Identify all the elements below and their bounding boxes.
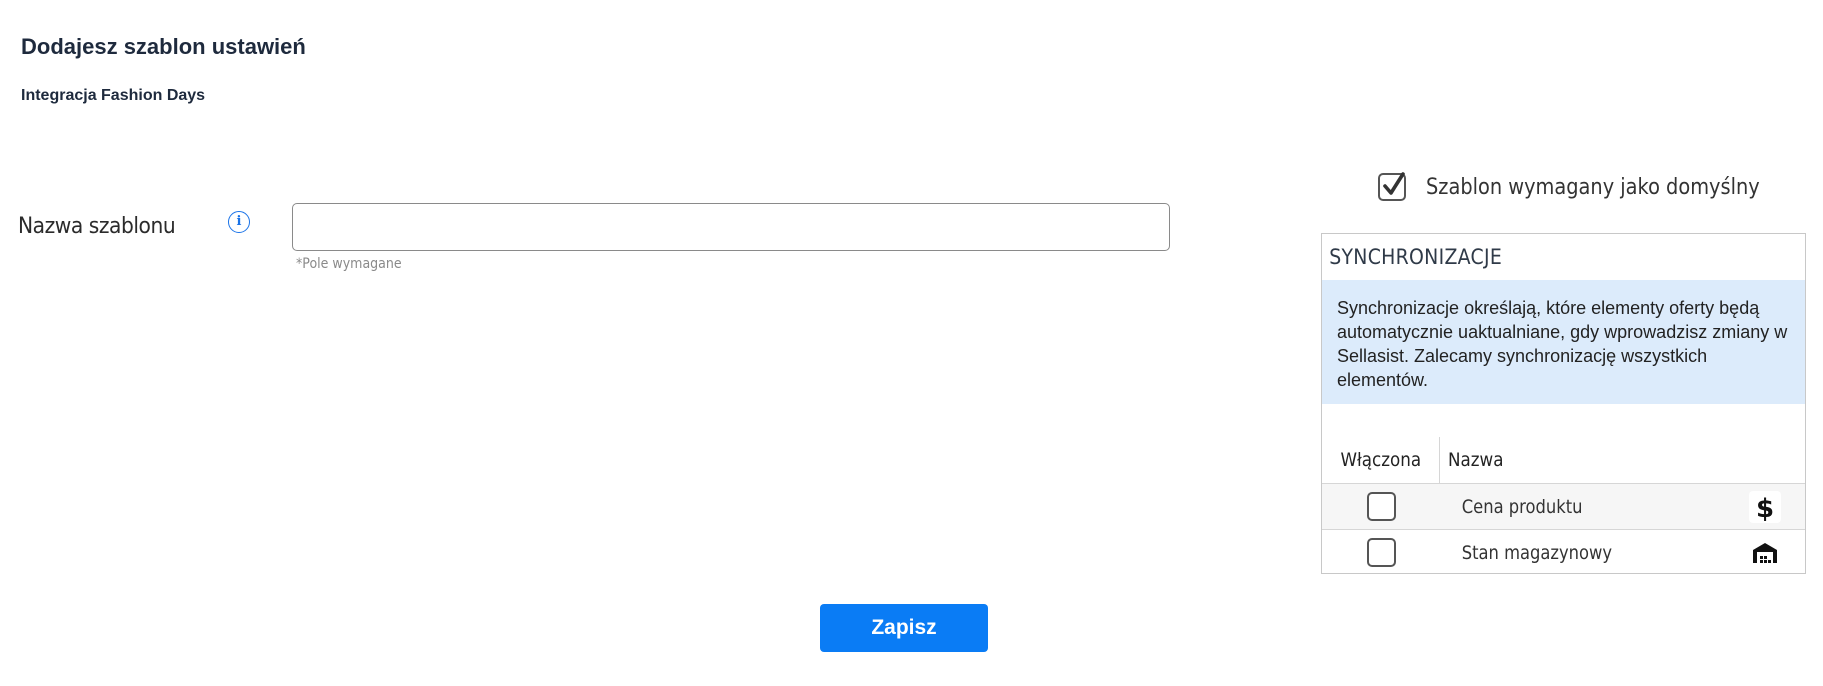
info-icon[interactable]: i bbox=[228, 211, 250, 233]
template-name-label: Nazwa szablonu bbox=[18, 214, 176, 239]
default-template-checkbox[interactable] bbox=[1378, 172, 1406, 201]
synchronizations-panel: SYNCHRONIZACJE Synchronizacje określają,… bbox=[1321, 233, 1806, 574]
synchronizations-table: Włączona Nazwa Cena produktu $ Stan maga… bbox=[1322, 437, 1805, 575]
page-title: Dodajesz szablon ustawień bbox=[21, 34, 306, 59]
default-template-label: Szablon wymagany jako domyślny bbox=[1426, 174, 1760, 200]
page-subtitle: Integracja Fashion Days bbox=[21, 87, 206, 104]
template-name-input[interactable] bbox=[292, 203, 1170, 251]
settings-template-page: Dodajesz szablon ustawień Integracja Fas… bbox=[0, 0, 1823, 686]
table-row: Stan magazynowy bbox=[1322, 530, 1805, 575]
sync-row-name: Stan magazynowy bbox=[1461, 541, 1613, 564]
table-header-row: Włączona Nazwa bbox=[1322, 437, 1805, 484]
table-row: Cena produktu $ bbox=[1322, 484, 1805, 530]
synchronizations-info: Synchronizacje określają, które elementy… bbox=[1322, 280, 1805, 404]
sync-row-name: Cena produktu bbox=[1461, 495, 1583, 518]
warehouse-icon bbox=[1749, 537, 1781, 569]
sync-price-checkbox[interactable] bbox=[1366, 492, 1396, 521]
column-header-name: Nazwa bbox=[1448, 449, 1504, 471]
default-template-toggle[interactable]: Szablon wymagany jako domyślny bbox=[1378, 172, 1805, 201]
required-field-hint: *Pole wymagane bbox=[296, 256, 402, 272]
synchronizations-title: SYNCHRONIZACJE bbox=[1329, 245, 1503, 269]
sync-stock-checkbox[interactable] bbox=[1366, 538, 1396, 567]
column-header-enabled: Włączona bbox=[1322, 437, 1440, 483]
svg-text:$: $ bbox=[1756, 494, 1774, 521]
save-button[interactable]: Zapisz bbox=[820, 604, 988, 652]
dollar-icon: $ bbox=[1749, 491, 1781, 523]
checkmark-icon bbox=[1383, 172, 1405, 195]
